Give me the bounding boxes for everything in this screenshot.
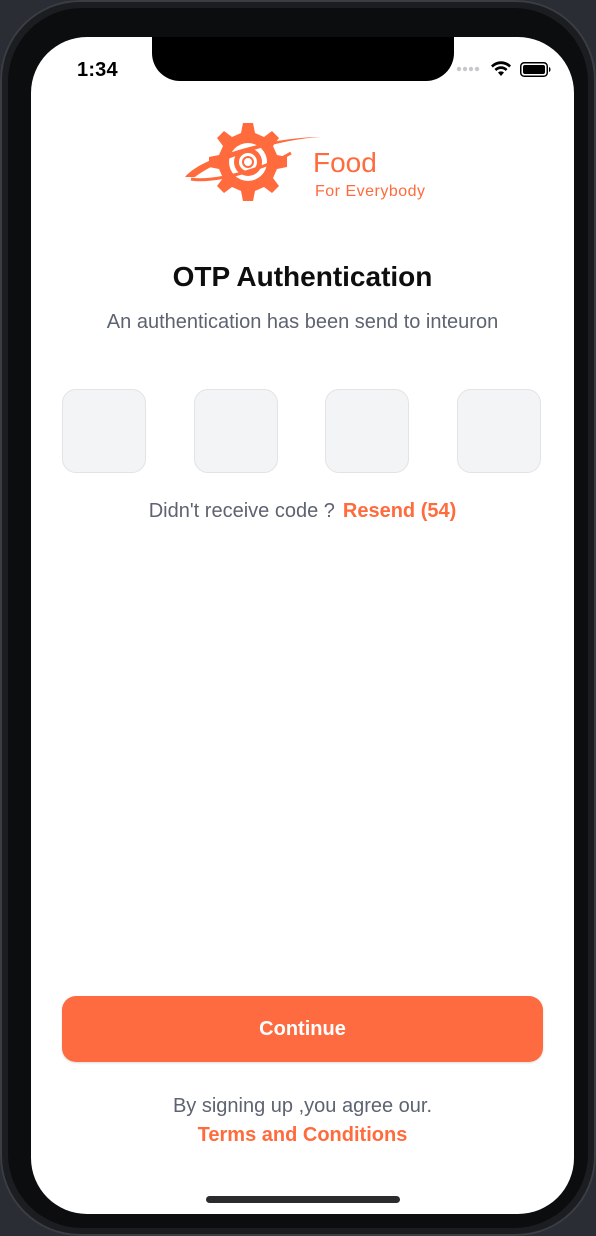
- phone-device: 1:34 Food For Everybody OTP Authenticati…: [0, 0, 596, 1236]
- otp-digit-3[interactable]: [325, 389, 409, 473]
- home-indicator[interactable]: [206, 1196, 400, 1203]
- page-subtitle: An authentication has been send to inteu…: [106, 311, 499, 333]
- logo-word: Food: [313, 147, 377, 178]
- cellular-signal-icon: [456, 66, 480, 72]
- otp-digit-4[interactable]: [457, 389, 541, 473]
- logo-tagline: For Everybody: [315, 183, 426, 200]
- status-time: 1:34: [77, 59, 118, 81]
- notch: [152, 37, 454, 81]
- food-for-everybody-logo: Food For Everybody: [185, 123, 426, 201]
- otp-digit-2[interactable]: [194, 389, 278, 473]
- otp-digit-1[interactable]: [62, 389, 146, 473]
- app-screen: 1:34 Food For Everybody OTP Authenticati…: [31, 37, 574, 1214]
- continue-button[interactable]: Continue: [62, 996, 543, 1062]
- resend-line: Didn't receive code ? Resend (54): [31, 500, 574, 523]
- status-icons: [456, 61, 552, 77]
- terms-link[interactable]: Terms and Conditions: [31, 1124, 574, 1147]
- resend-prompt: Didn't receive code ?: [148, 500, 335, 522]
- agree-text: By signing up ,you agree our.: [172, 1095, 433, 1117]
- battery-icon: [520, 61, 551, 77]
- otp-input-group: [62, 389, 542, 475]
- phone-frame: 1:34 Food For Everybody OTP Authenticati…: [8, 8, 588, 1228]
- wifi-icon: [491, 61, 511, 76]
- resend-link[interactable]: Resend (54): [343, 500, 456, 522]
- page-title: OTP Authentication: [172, 261, 433, 292]
